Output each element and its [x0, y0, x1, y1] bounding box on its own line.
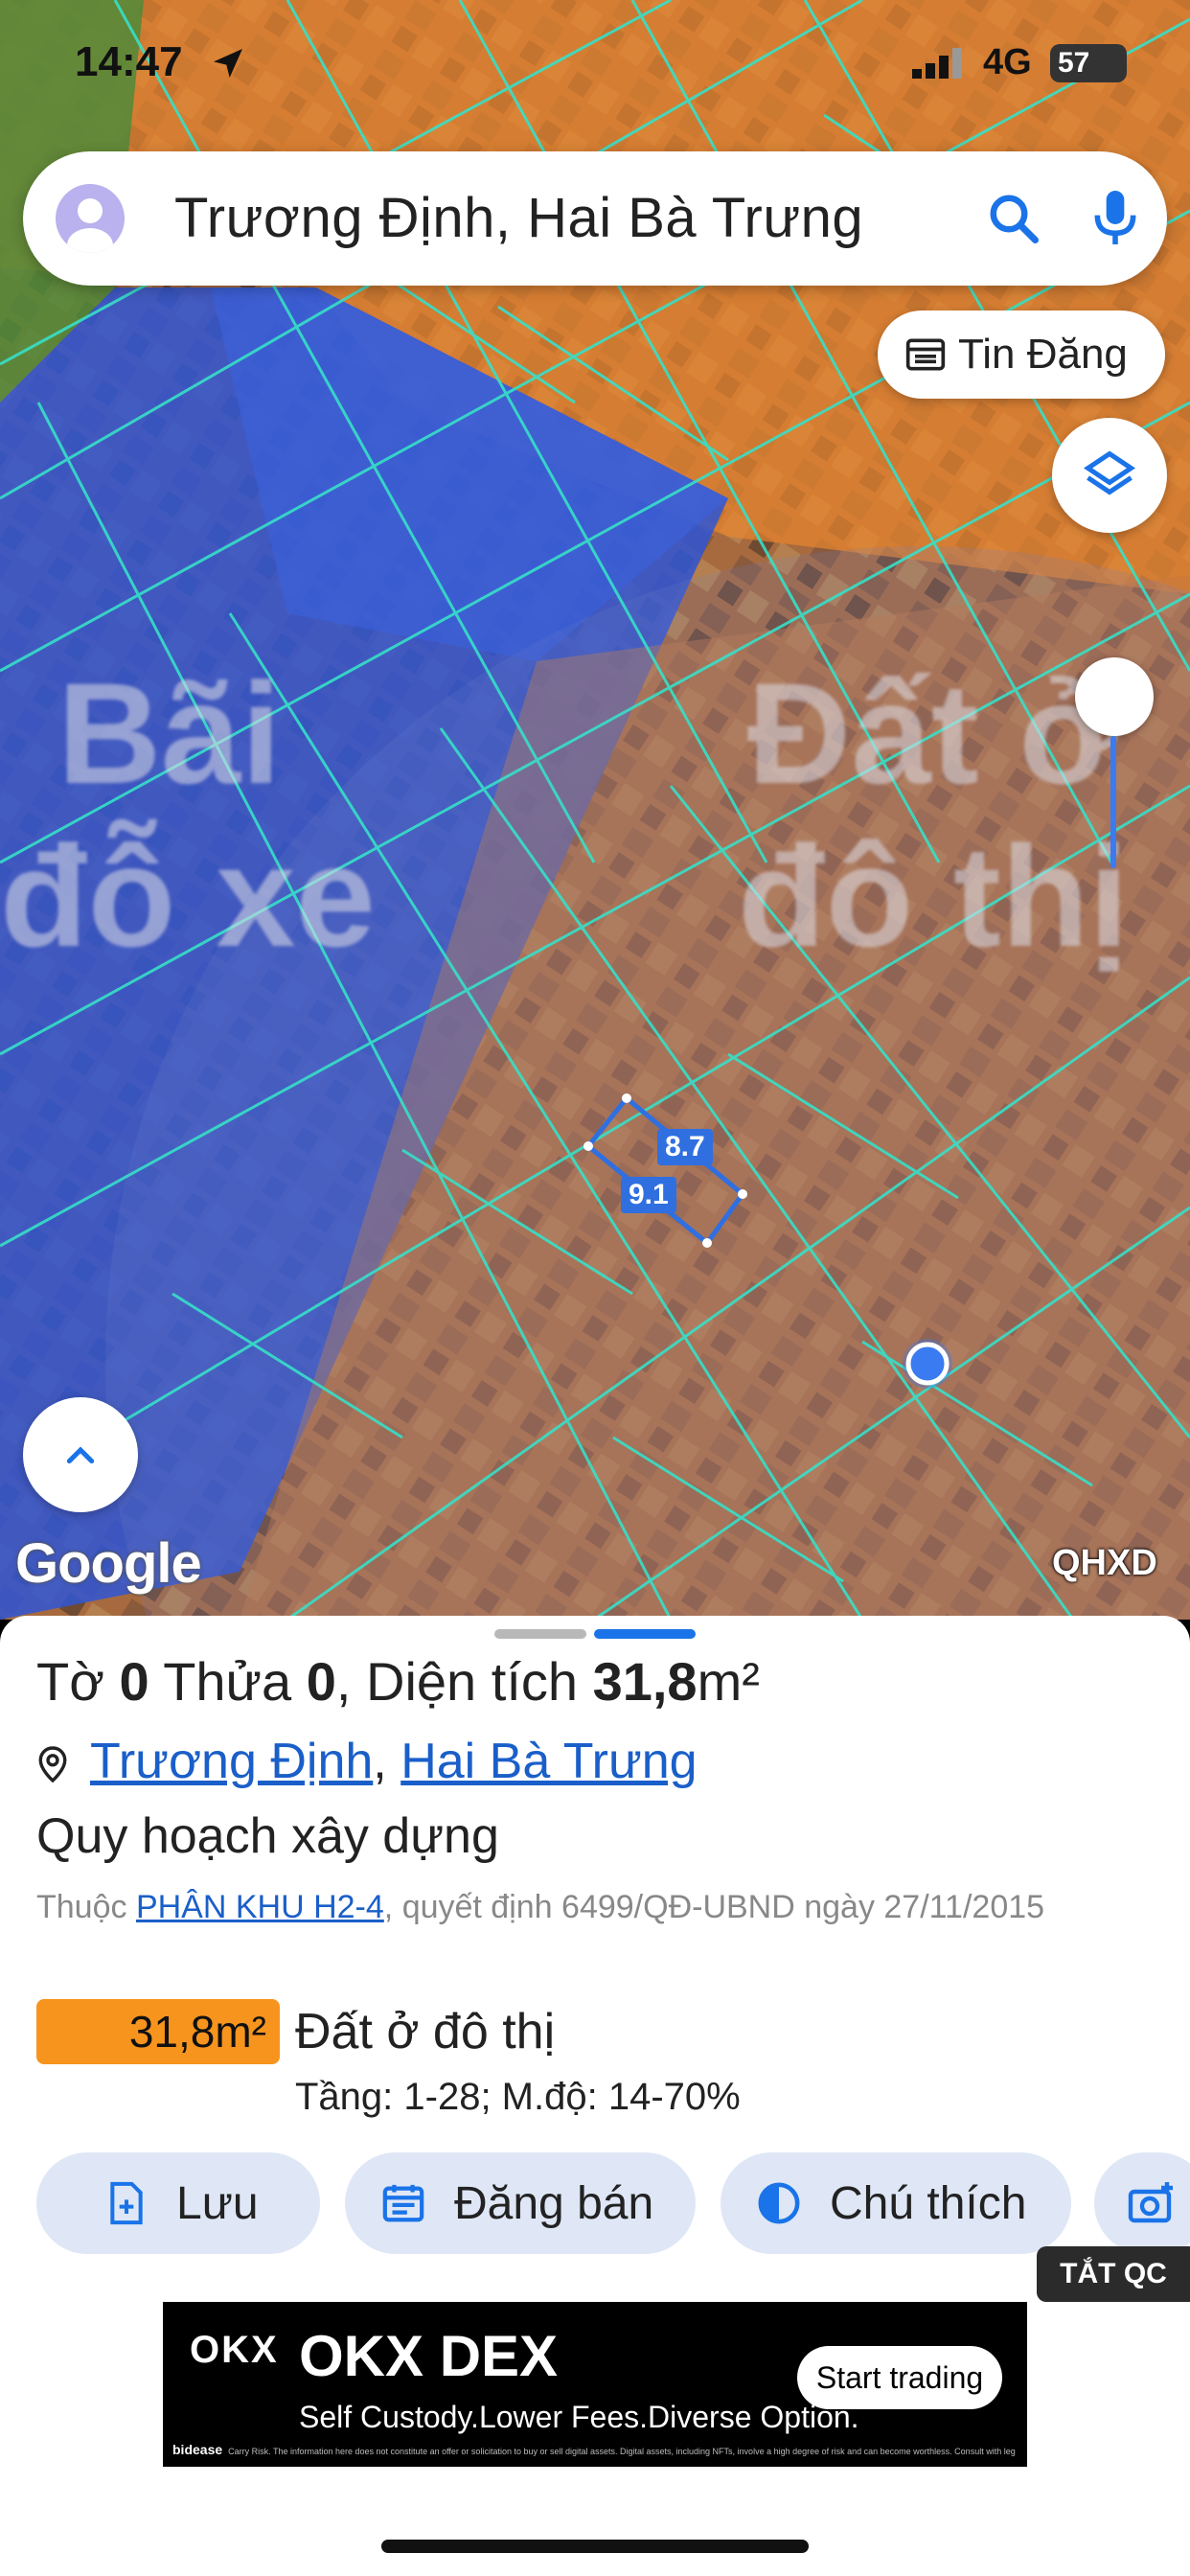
location-arrow-icon	[214, 49, 242, 78]
ad-cta-button[interactable]: Start trading	[797, 2346, 1002, 2409]
urban-land-label: Đất ở	[747, 653, 1122, 814]
map-view[interactable]: Bãi đỗ xe Đất ở đô thị 8.7 9.1 14:47 4G …	[0, 0, 1190, 1620]
save-button-label: Lưu	[176, 2177, 259, 2229]
chevron-up-icon	[66, 1446, 95, 1464]
ad-brand: OKX DEX	[299, 2324, 559, 2388]
signal-icon	[912, 48, 962, 79]
layer-name-label: QHXD	[1052, 1543, 1157, 1583]
listings-button-label: Tin Đăng	[958, 331, 1128, 378]
zoom-slider-handle[interactable]	[1075, 657, 1154, 736]
legend-button[interactable]: Chú thích	[721, 2152, 1071, 2254]
urban-land-label-2: đô thị	[738, 816, 1130, 977]
file-plus-icon	[110, 2181, 143, 2225]
home-indicator[interactable]	[381, 2540, 809, 2553]
layers-icon	[1083, 450, 1136, 495]
search-icon[interactable]	[985, 190, 1042, 247]
legend-button-label: Chú thích	[830, 2177, 1027, 2229]
contrast-icon	[758, 2182, 800, 2224]
listings-button[interactable]: Tin Đăng	[878, 310, 1165, 399]
search-input[interactable]: Trương Định, Hai Bà Trưng	[174, 186, 863, 250]
parking-label-2: đỗ xe	[0, 816, 376, 977]
listing-icon	[905, 338, 946, 371]
expand-button[interactable]	[23, 1397, 138, 1512]
zoom-slider-track[interactable]	[1110, 736, 1116, 868]
status-bar: 14:47 4G 57	[0, 0, 1190, 134]
avatar[interactable]	[56, 184, 125, 253]
status-time: 14:47	[75, 38, 183, 85]
location-pin-icon	[38, 1746, 67, 1783]
post-sale-button-label: Đăng bán	[454, 2177, 654, 2229]
calendar-icon	[382, 2184, 424, 2222]
parking-label: Bãi	[57, 653, 282, 814]
street-link[interactable]: Trương Định	[90, 1734, 373, 1789]
user-icon	[67, 198, 113, 253]
parcel-address: Trương Định, Hai Bà Trưng	[36, 1733, 698, 1790]
camera-plus-icon	[1128, 2182, 1173, 2223]
planning-section-title: Quy hoạch xây dựng	[36, 1808, 499, 1864]
battery-indicator: 57	[1050, 44, 1127, 82]
planning-reference: Thuộc PHÂN KHU H2-4, quyết định 6499/QĐ-…	[36, 1889, 1045, 1925]
area-badge: 31,8m²	[36, 1999, 280, 2064]
district-link[interactable]: Hai Bà Trưng	[400, 1734, 697, 1789]
dimension-label-width: 8.7	[657, 1129, 713, 1165]
close-ad-button[interactable]: TẮT QC	[1037, 2246, 1190, 2302]
parcel-title: Tờ 0 Thửa 0, Diện tích 31,8m²	[36, 1651, 760, 1712]
google-logo: Google	[15, 1532, 202, 1595]
land-use-detail: Tầng: 1-28; M.độ: 14-70%	[295, 2076, 741, 2118]
photo-button[interactable]	[1094, 2152, 1190, 2254]
ad-fine-print: bidease Carry Risk. The information here …	[172, 2442, 1016, 2457]
sheet-handle-right[interactable]	[594, 1629, 696, 1639]
post-sale-button[interactable]: Đăng bán	[345, 2152, 696, 2254]
network-type: 4G	[983, 42, 1032, 82]
land-use-type: Đất ở đô thị	[295, 2004, 556, 2059]
ad-tagline: Self Custody.Lower Fees.Diverse Option.	[299, 2400, 859, 2434]
dimension-label-length: 9.1	[621, 1177, 676, 1213]
search-bar[interactable]: Trương Định, Hai Bà Trưng	[23, 151, 1167, 286]
zone-link[interactable]: PHÂN KHU H2-4	[136, 1889, 384, 1925]
layers-button[interactable]	[1052, 418, 1167, 533]
ad-banner[interactable]: OKX OKX DEX Self Custody.Lower Fees.Dive…	[163, 2302, 1027, 2467]
save-button[interactable]: Lưu	[36, 2152, 320, 2254]
parcel-info-sheet[interactable]: Tờ 0 Thửa 0, Diện tích 31,8m² Trương Địn…	[0, 1616, 1190, 2576]
sheet-handle-left[interactable]	[494, 1629, 586, 1639]
okx-logo: OKX	[190, 2329, 279, 2371]
microphone-icon[interactable]	[1088, 186, 1142, 249]
